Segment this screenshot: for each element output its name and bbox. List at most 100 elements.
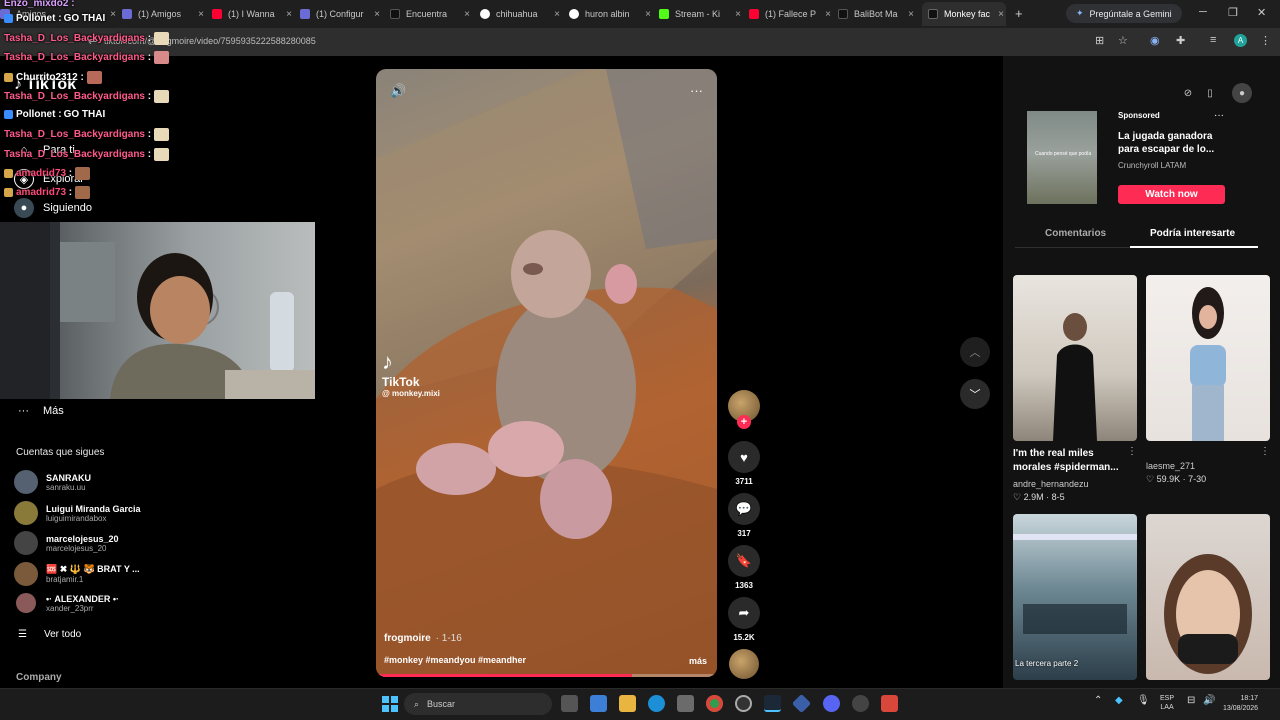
suggested-video-thumb[interactable]: La tercera parte 2 <box>1013 514 1137 680</box>
file-explorer-icon[interactable] <box>619 695 636 712</box>
sidebar-item-following[interactable]: ● Siguiendo <box>14 198 92 218</box>
sound-disc[interactable] <box>729 649 759 679</box>
close-icon[interactable]: × <box>110 9 116 20</box>
app-icon[interactable] <box>852 695 869 712</box>
taskbar-search[interactable]: ⌕ Buscar <box>404 693 552 715</box>
close-icon[interactable]: × <box>825 9 831 20</box>
browser-tab[interactable]: (1) Fallece P × <box>749 4 833 24</box>
profile-avatar[interactable]: A <box>1234 34 1247 47</box>
browser-tab[interactable]: huron albin × <box>569 4 653 24</box>
clock[interactable]: 18:17 13/08/2026 <box>1223 694 1258 714</box>
heart-icon[interactable]: ♥ <box>728 441 760 473</box>
device-icon[interactable]: ▯ <box>1200 83 1220 103</box>
close-icon[interactable]: × <box>464 9 470 20</box>
company-link[interactable]: Company <box>16 672 62 683</box>
coins-icon[interactable]: ⊘ <box>1178 83 1198 103</box>
suggested-video-thumb[interactable] <box>1013 275 1137 441</box>
browser-tab-active[interactable]: Monkey fac × <box>922 2 1006 26</box>
comment-action[interactable]: 💬 317 <box>728 493 760 538</box>
sidebar-item-more[interactable]: ··· Más <box>18 405 64 417</box>
browser-tab[interactable]: Stream - Ki × <box>659 4 743 24</box>
volume-tray-icon[interactable]: 🔊 <box>1203 695 1215 706</box>
suggested-video-author[interactable]: laesme_271 <box>1146 461 1195 471</box>
watch-now-button[interactable]: Watch now <box>1118 185 1225 204</box>
minimize-button[interactable]: ─ <box>1199 6 1207 18</box>
close-icon[interactable]: × <box>998 9 1004 20</box>
translate-icon[interactable]: ⊞ <box>1095 34 1104 47</box>
close-icon[interactable]: × <box>735 9 741 20</box>
browser-tab[interactable]: (1) I Wanna × <box>212 4 294 24</box>
close-icon[interactable]: × <box>198 9 204 20</box>
more-options-icon[interactable]: ··· <box>690 83 703 98</box>
new-tab-button[interactable]: + <box>1015 6 1023 21</box>
see-all-button[interactable]: ☰ Ver todo <box>18 629 81 640</box>
share-action[interactable]: ➦ 15.2K <box>728 597 760 642</box>
chrome-icon[interactable] <box>706 695 723 712</box>
gemini-live-icon[interactable]: ◉ <box>1150 34 1160 47</box>
windows-start-button[interactable] <box>382 696 398 712</box>
tab-suggested[interactable]: Podría interesarte <box>1150 228 1235 239</box>
video-hashtags[interactable]: #monkey #meandyou #meandher <box>384 655 526 665</box>
app-icon[interactable] <box>735 695 752 712</box>
gemini-button[interactable]: ✦ Pregúntale a Gemini <box>1066 4 1182 23</box>
card-more-icon[interactable]: ⋮ <box>1260 446 1270 457</box>
suggested-video-author[interactable]: andre_hernandezu <box>1013 479 1089 489</box>
language-indicator[interactable]: ESP LAA <box>1160 694 1174 712</box>
chevron-up-icon[interactable]: ︿ <box>960 337 990 367</box>
video-player[interactable]: 🔊 ··· ♪ TikTok @ monkey.mixi frogmoire · … <box>376 69 717 677</box>
following-account[interactable]: SANRAKU sanraku.uu <box>14 470 91 494</box>
following-account[interactable]: 🆘 ✖ 🔱 🐯 BRAT Y ... bratjamir.1 <box>14 562 140 586</box>
suggested-video-title[interactable]: I'm the real miles morales #spiderman... <box>1013 447 1125 475</box>
video-progress-bar[interactable] <box>376 674 717 677</box>
edge-icon[interactable] <box>648 695 665 712</box>
browser-tab[interactable]: (1) Configur × <box>300 4 382 24</box>
close-icon[interactable]: × <box>374 9 380 20</box>
save-action[interactable]: 🔖 1363 <box>728 545 760 590</box>
close-icon[interactable]: × <box>286 9 292 20</box>
bookmark-icon[interactable]: 🔖 <box>728 545 760 577</box>
browser-tab[interactable]: BaliBot Ma × <box>838 4 916 24</box>
task-view-icon[interactable] <box>561 695 578 712</box>
suggested-video-thumb[interactable] <box>1146 514 1270 680</box>
following-account[interactable]: •· ALEXANDER •· xander_23prr <box>14 593 119 613</box>
following-account[interactable]: marcelojesus_20 marcelojesus_20 <box>14 531 119 555</box>
close-icon[interactable]: × <box>908 9 914 20</box>
tray-chevron-icon[interactable]: ⌃ <box>1094 695 1102 706</box>
microphone-icon[interactable]: 🎙 <box>1137 695 1150 706</box>
card-more-icon[interactable]: ⋮ <box>1127 446 1137 457</box>
discord-icon[interactable] <box>823 695 840 712</box>
browser-tab[interactable]: (1) Amigos × <box>122 4 206 24</box>
bookmark-star-icon[interactable]: ☆ <box>1118 34 1128 47</box>
profile-avatar[interactable]: ● <box>1232 83 1252 103</box>
ad-thumbnail[interactable]: Cuando pensé que podía <box>1027 111 1097 204</box>
tray-app-icon[interactable]: ◆ <box>1115 695 1123 706</box>
widgets-icon[interactable] <box>590 695 607 712</box>
maximize-button[interactable]: ❐ <box>1228 6 1238 19</box>
follow-plus-button[interactable]: + <box>737 415 751 429</box>
media-icon[interactable]: ≡ <box>1210 34 1216 46</box>
like-action[interactable]: ♥ 3711 <box>728 441 760 486</box>
watermark-handle: @ monkey.mixi <box>382 389 440 398</box>
browser-tab[interactable]: Encuentra × <box>390 4 472 24</box>
window-close-button[interactable]: ✕ <box>1257 6 1266 19</box>
comment-icon[interactable]: 💬 <box>728 493 760 525</box>
suggested-video-thumb[interactable] <box>1146 275 1270 441</box>
ad-more-icon[interactable]: ··· <box>1214 110 1224 121</box>
menu-kebab-icon[interactable]: ⋮ <box>1260 34 1271 47</box>
network-icon[interactable]: ⊟ <box>1187 695 1195 706</box>
tab-comments[interactable]: Comentarios <box>1045 228 1106 239</box>
caption-more-link[interactable]: más <box>689 656 707 666</box>
video-author[interactable]: frogmoire · 1-16 <box>384 633 462 644</box>
close-icon[interactable]: × <box>554 9 560 20</box>
close-icon[interactable]: × <box>645 9 651 20</box>
following-account[interactable]: Luigui Miranda Garcia luiguimirandabox <box>14 501 141 525</box>
store-icon[interactable] <box>677 695 694 712</box>
chevron-down-icon[interactable]: ﹀ <box>960 379 990 409</box>
steam-icon[interactable] <box>764 695 781 712</box>
browser-tab[interactable]: chihuahua × <box>480 4 562 24</box>
app-icon[interactable] <box>881 695 898 712</box>
volume-icon[interactable]: 🔊 <box>390 83 406 99</box>
extensions-icon[interactable]: ✚ <box>1176 34 1185 47</box>
ad-title[interactable]: La jugada ganadora para escapar de lo... <box>1118 130 1218 156</box>
share-icon[interactable]: ➦ <box>728 597 760 629</box>
